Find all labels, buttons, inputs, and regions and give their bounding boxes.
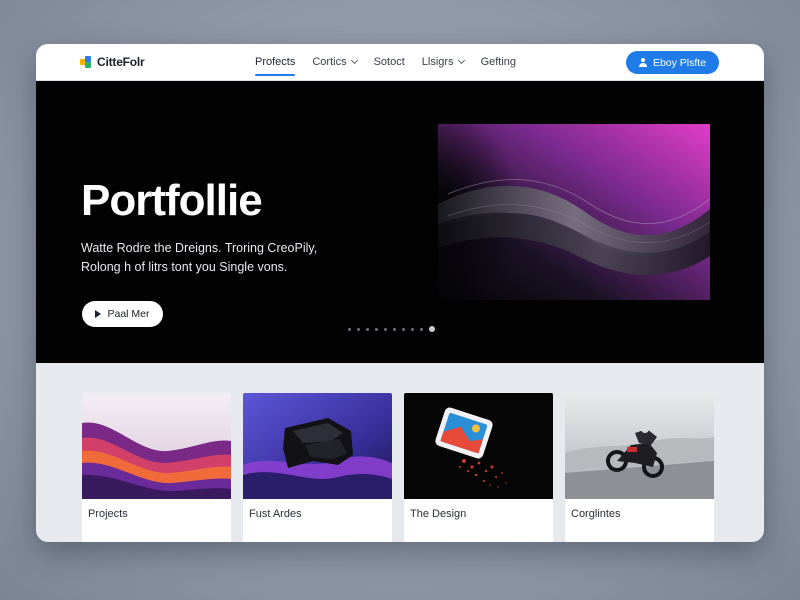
brand-name: CitteFolr [97, 55, 145, 69]
logo-icon [80, 55, 93, 69]
dark-fabric-image [243, 393, 392, 499]
menu-item-llsigrs[interactable]: Llsigrs [421, 56, 465, 68]
hero-play-button[interactable]: Paal Mer [82, 301, 163, 327]
card-title: Projects [88, 508, 128, 520]
project-card[interactable]: Corglintes [565, 393, 714, 542]
motorcycle-image [565, 393, 714, 499]
chevron-down-icon [350, 56, 358, 65]
carousel-dot[interactable] [411, 327, 414, 331]
purple-waves-image [82, 393, 231, 499]
project-card[interactable]: Projects [82, 393, 231, 542]
carousel-dot-active[interactable] [429, 326, 435, 332]
hero-button-label: Paal Mer [107, 308, 150, 320]
menu-item-label: Llsigrs [421, 56, 454, 68]
menu-item-label: Cortics [312, 56, 347, 68]
carousel-indicators [348, 326, 435, 332]
exploding-photo-image [404, 393, 553, 499]
card-title: The Design [410, 508, 467, 520]
hero-subtitle: Watte Rodre the Dreigns. Troring CreoPil… [81, 239, 361, 277]
carousel-dot[interactable] [366, 327, 369, 331]
hero-abstract-art [438, 124, 710, 300]
menu-item-label: Sotoct [373, 56, 405, 68]
carousel-dot[interactable] [420, 327, 423, 331]
top-navigation: CitteFolr Profects Cortics Sotoct Llsigr… [36, 44, 764, 81]
project-card[interactable]: The Design [404, 393, 553, 542]
carousel-dot[interactable] [384, 327, 387, 331]
hero-subtitle-line: Watte Rodre the Dreigns. Troring CreoPil… [81, 241, 318, 255]
hero-title: Portfollie [81, 176, 263, 225]
carousel-dot[interactable] [375, 327, 378, 331]
project-cards: Projects Fust Ardes The Design Corglinte… [82, 393, 714, 542]
menu-item-gefting[interactable]: Gefting [481, 56, 516, 68]
browser-window: CitteFolr Profects Cortics Sotoct Llsigr… [36, 44, 764, 542]
hero-section: Portfollie Watte Rodre the Dreigns. Tror… [36, 81, 764, 363]
menu-item-cortics[interactable]: Cortics [312, 56, 358, 68]
carousel-dot[interactable] [348, 327, 351, 331]
chevron-down-icon [457, 56, 465, 65]
carousel-dot[interactable] [357, 327, 360, 331]
primary-cta-button[interactable]: Eboy Plsfte [626, 51, 719, 74]
play-icon [95, 310, 102, 318]
project-card[interactable]: Fust Ardes [243, 393, 392, 542]
menu-item-label: Profects [255, 56, 296, 68]
cta-label: Eboy Plsfte [652, 56, 707, 69]
carousel-dot[interactable] [393, 327, 396, 331]
card-title: Corglintes [571, 508, 621, 520]
menu-item-sotoct[interactable]: Sotoct [374, 56, 405, 68]
hero-subtitle-line: Rolong h of litrs tont you Single vons. [81, 260, 288, 274]
main-menu: Profects Cortics Sotoct Llsigrs Gefting [255, 56, 533, 76]
brand-logo[interactable]: CitteFolr [80, 55, 145, 69]
menu-item-label: Gefting [480, 56, 517, 68]
carousel-dot[interactable] [402, 327, 405, 331]
user-icon [638, 58, 647, 67]
card-title: Fust Ardes [249, 508, 302, 520]
menu-item-profects[interactable]: Profects [255, 56, 296, 76]
